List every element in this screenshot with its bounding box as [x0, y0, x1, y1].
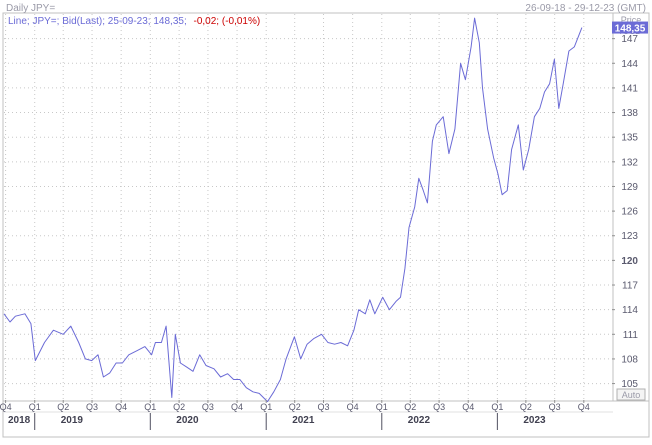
auto-button-label[interactable]: Auto: [622, 390, 641, 400]
x-quarter-label: Q4: [462, 402, 474, 412]
x-year-label: 2019: [61, 415, 84, 426]
x-quarter-label: Q4: [231, 402, 243, 412]
x-quarter-label: Q2: [520, 402, 532, 412]
x-quarter-label: Q3: [433, 402, 445, 412]
y-tick-label: 132: [621, 157, 638, 168]
x-quarter-label: Q2: [404, 402, 416, 412]
y-axis-ticks: 105 108 111 114 117 120 123 126 129 132 135 138 141 1…: [612, 34, 638, 390]
chart-container: 105 108 111 114 117 120 123 126 129 132 135 138 141 1…: [0, 0, 652, 440]
y-tick-label: 117: [622, 281, 638, 292]
price-series-line: [3, 17, 583, 403]
legend-line: Line; JPY=; Bid(Last); 25-09-23; 148,35;…: [8, 16, 260, 27]
x-year-label: 2020: [176, 415, 199, 426]
y-tick-label: 138: [621, 108, 638, 119]
x-quarter-label: Q4: [578, 402, 590, 412]
x-year-label: 2018: [8, 415, 31, 426]
x-quarter-label: Q4: [0, 402, 12, 412]
grid-lines: [4, 14, 612, 400]
x-quarter-label: Q1: [491, 402, 503, 412]
last-price-label: 148,35: [615, 24, 646, 35]
y-tick-label: 126: [621, 207, 638, 218]
x-quarter-label: Q1: [260, 402, 272, 412]
x-quarter-label: Q4: [115, 402, 127, 412]
x-quarter-label: Q3: [202, 402, 214, 412]
y-tick-label: 108: [621, 354, 638, 365]
x-quarter-label: Q4: [347, 402, 359, 412]
x-year-label: 2021: [292, 415, 315, 426]
x-quarter-label: Q2: [57, 402, 69, 412]
y-tick-label: 105: [621, 379, 638, 390]
x-axis-ticks: Q4 Q1 Q2 Q3 Q4 Q1 Q2 Q3 Q4 Q1 Q2 Q3 Q4 Q1 Q2 Q3 Q4 Q1 Q2 Q3…: [0, 400, 590, 430]
y-tick-label: 120: [621, 256, 638, 267]
last-price-marker: 148,35: [612, 21, 648, 35]
x-quarter-label: Q3: [86, 402, 98, 412]
y-tick-label: 144: [621, 59, 638, 70]
x-quarter-label: Q2: [289, 402, 301, 412]
y-tick-label: 129: [621, 182, 638, 193]
y-tick-label: 141: [621, 83, 638, 94]
legend-change-label: -0,02; (-0,01%): [194, 16, 261, 27]
x-quarter-label: Q1: [376, 402, 388, 412]
x-year-label: 2022: [408, 415, 431, 426]
date-range: 26-09-18 - 29-12-23 (GMT): [525, 3, 646, 14]
y-tick-label: 135: [621, 133, 638, 144]
x-quarter-label: Q3: [318, 402, 330, 412]
chart-title: Daily JPY=: [6, 3, 55, 14]
x-quarter-label: Q1: [144, 402, 156, 412]
x-quarter-label: Q1: [29, 402, 41, 412]
y-tick-label: 111: [623, 330, 639, 341]
x-quarter-label: Q3: [549, 402, 561, 412]
x-quarter-label: Q2: [173, 402, 185, 412]
price-chart: 105 108 111 114 117 120 123 126 129 132 135 138 141 1…: [0, 3, 650, 438]
y-tick-label: 114: [622, 305, 638, 316]
auto-scale-button[interactable]: Auto: [616, 388, 646, 401]
legend-series-label: Line; JPY=; Bid(Last); 25-09-23; 148,35;: [8, 16, 187, 27]
series-layer: [3, 17, 583, 403]
y-tick-label: 123: [621, 231, 638, 242]
x-year-label: 2023: [523, 415, 546, 426]
